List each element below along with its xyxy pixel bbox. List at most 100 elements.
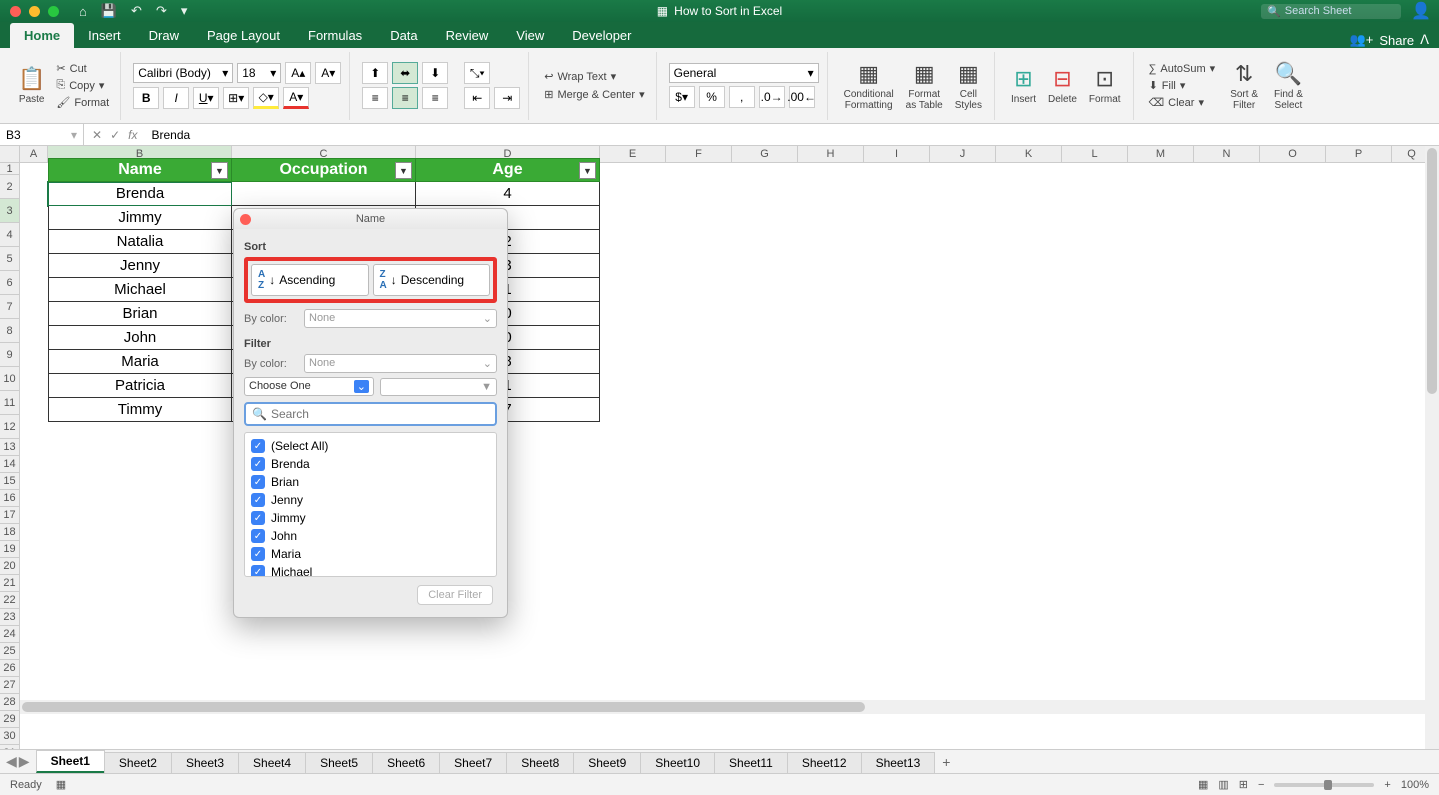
autosum-button[interactable]: ∑ AutoSum ▾	[1146, 61, 1219, 76]
view-pagebreak-icon[interactable]: ⊞	[1239, 778, 1248, 791]
checkbox-icon[interactable]: ✓	[251, 457, 265, 471]
save-icon[interactable]: 💾	[101, 3, 117, 19]
checkbox-icon[interactable]: ✓	[251, 547, 265, 561]
undo-icon[interactable]: ↶	[131, 3, 142, 19]
fill-color-button[interactable]: ◇▾	[253, 87, 279, 109]
format-painter-button[interactable]: 🖌 Format	[53, 95, 112, 110]
column-header-J[interactable]: J	[930, 146, 996, 162]
row-header-11[interactable]: 11	[0, 391, 20, 415]
maximize-icon[interactable]	[48, 6, 59, 17]
sheet-tab-sheet6[interactable]: Sheet6	[372, 752, 440, 773]
column-header-A[interactable]: A	[20, 146, 48, 162]
checkbox-icon[interactable]: ✓	[251, 529, 265, 543]
align-center-button[interactable]: ≡	[392, 87, 418, 109]
align-middle-button[interactable]: ⬌	[392, 62, 418, 84]
filter-item[interactable]: ✓Michael	[251, 563, 490, 577]
sort-ascending-button[interactable]: AZ↓ Ascending	[251, 264, 369, 296]
row-header-23[interactable]: 23	[0, 609, 20, 626]
sheet-next-icon[interactable]: ▶	[19, 753, 30, 770]
align-bottom-button[interactable]: ⬇	[422, 62, 448, 84]
close-icon[interactable]	[10, 6, 21, 17]
sheet-tab-sheet2[interactable]: Sheet2	[104, 752, 172, 773]
wrap-text-button[interactable]: ↩ Wrap Text ▾	[541, 69, 647, 84]
filter-item[interactable]: ✓Brenda	[251, 455, 490, 473]
insert-cells-button[interactable]: ⊞Insert	[1007, 64, 1040, 107]
table-cell-name[interactable]: Brenda	[48, 182, 232, 206]
checkbox-icon[interactable]: ✓	[251, 565, 265, 577]
row-header-29[interactable]: 29	[0, 711, 20, 728]
merge-center-button[interactable]: ⊞ Merge & Center ▾	[541, 87, 647, 102]
sheet-tab-sheet3[interactable]: Sheet3	[171, 752, 239, 773]
row-header-2[interactable]: 2	[0, 175, 20, 199]
comma-button[interactable]: ,	[729, 86, 755, 108]
row-header-28[interactable]: 28	[0, 694, 20, 711]
increase-decimal-button[interactable]: .0→	[759, 86, 785, 108]
column-header-I[interactable]: I	[864, 146, 930, 162]
zoom-out-button[interactable]: −	[1258, 779, 1264, 791]
row-header-24[interactable]: 24	[0, 626, 20, 643]
column-header-M[interactable]: M	[1128, 146, 1194, 162]
table-cell-name[interactable]: Brian	[48, 302, 232, 326]
chevron-down-icon[interactable]: ▾	[181, 3, 188, 19]
table-cell-age[interactable]: 4	[416, 182, 600, 206]
font-color-button[interactable]: A▾	[283, 87, 309, 109]
tab-insert[interactable]: Insert	[74, 23, 135, 48]
zoom-slider[interactable]	[1274, 783, 1374, 787]
tab-developer[interactable]: Developer	[558, 23, 645, 48]
fx-icon[interactable]: fx	[128, 128, 137, 142]
row-header-8[interactable]: 8	[0, 319, 20, 343]
increase-font-button[interactable]: A▴	[285, 62, 311, 84]
increase-indent-button[interactable]: ⇥	[494, 87, 520, 109]
filter-item[interactable]: ✓(Select All)	[251, 437, 490, 455]
row-header-27[interactable]: 27	[0, 677, 20, 694]
number-format-combo[interactable]: General▾	[669, 63, 819, 83]
add-sheet-button[interactable]: +	[934, 751, 958, 773]
zoom-level[interactable]: 100%	[1401, 779, 1429, 791]
checkbox-icon[interactable]: ✓	[251, 439, 265, 453]
filter-item[interactable]: ✓John	[251, 527, 490, 545]
sheet-tab-sheet9[interactable]: Sheet9	[573, 752, 641, 773]
table-cell-name[interactable]: Jenny	[48, 254, 232, 278]
tab-view[interactable]: View	[502, 23, 558, 48]
row-header-20[interactable]: 20	[0, 558, 20, 575]
tab-page-layout[interactable]: Page Layout	[193, 23, 294, 48]
row-header-5[interactable]: 5	[0, 247, 20, 271]
decrease-decimal-button[interactable]: .00←	[789, 86, 815, 108]
column-header-H[interactable]: H	[798, 146, 864, 162]
row-header-6[interactable]: 6	[0, 271, 20, 295]
filter-condition-select[interactable]: Choose One⌄	[244, 377, 374, 396]
sort-filter-button[interactable]: ⇅Sort & Filter	[1226, 59, 1262, 113]
popup-close-icon[interactable]	[240, 214, 251, 225]
row-header-19[interactable]: 19	[0, 541, 20, 558]
conditional-formatting-button[interactable]: ▦Conditional Formatting	[840, 59, 898, 113]
row-header-9[interactable]: 9	[0, 343, 20, 367]
row-header-14[interactable]: 14	[0, 456, 20, 473]
delete-cells-button[interactable]: ⊟Delete	[1044, 64, 1081, 107]
underline-button[interactable]: U▾	[193, 87, 219, 109]
table-cell-name[interactable]: Maria	[48, 350, 232, 374]
horizontal-scrollbar[interactable]	[20, 700, 1425, 714]
filter-item[interactable]: ✓Brian	[251, 473, 490, 491]
vertical-scrollbar[interactable]	[1425, 146, 1439, 760]
tab-review[interactable]: Review	[432, 23, 503, 48]
sheet-tab-sheet10[interactable]: Sheet10	[640, 752, 715, 773]
sheet-tab-sheet13[interactable]: Sheet13	[861, 752, 936, 773]
filter-button-age[interactable]: ▼	[579, 162, 596, 179]
row-header-22[interactable]: 22	[0, 592, 20, 609]
row-header-16[interactable]: 16	[0, 490, 20, 507]
collapse-ribbon-icon[interactable]: ᐱ	[1420, 32, 1429, 48]
filter-item[interactable]: ✓Jenny	[251, 491, 490, 509]
cut-button[interactable]: ✂ Cut	[53, 61, 112, 76]
row-header-18[interactable]: 18	[0, 524, 20, 541]
sheet-prev-icon[interactable]: ◀	[6, 753, 17, 770]
sheet-tab-sheet1[interactable]: Sheet1	[36, 750, 105, 773]
align-right-button[interactable]: ≡	[422, 87, 448, 109]
view-layout-icon[interactable]: ▥	[1218, 778, 1228, 791]
table-cell-name[interactable]: John	[48, 326, 232, 350]
row-header-25[interactable]: 25	[0, 643, 20, 660]
row-header-13[interactable]: 13	[0, 439, 20, 456]
row-header-7[interactable]: 7	[0, 295, 20, 319]
table-cell-name[interactable]: Natalia	[48, 230, 232, 254]
tab-draw[interactable]: Draw	[135, 23, 193, 48]
share-button[interactable]: Share	[1379, 33, 1414, 48]
